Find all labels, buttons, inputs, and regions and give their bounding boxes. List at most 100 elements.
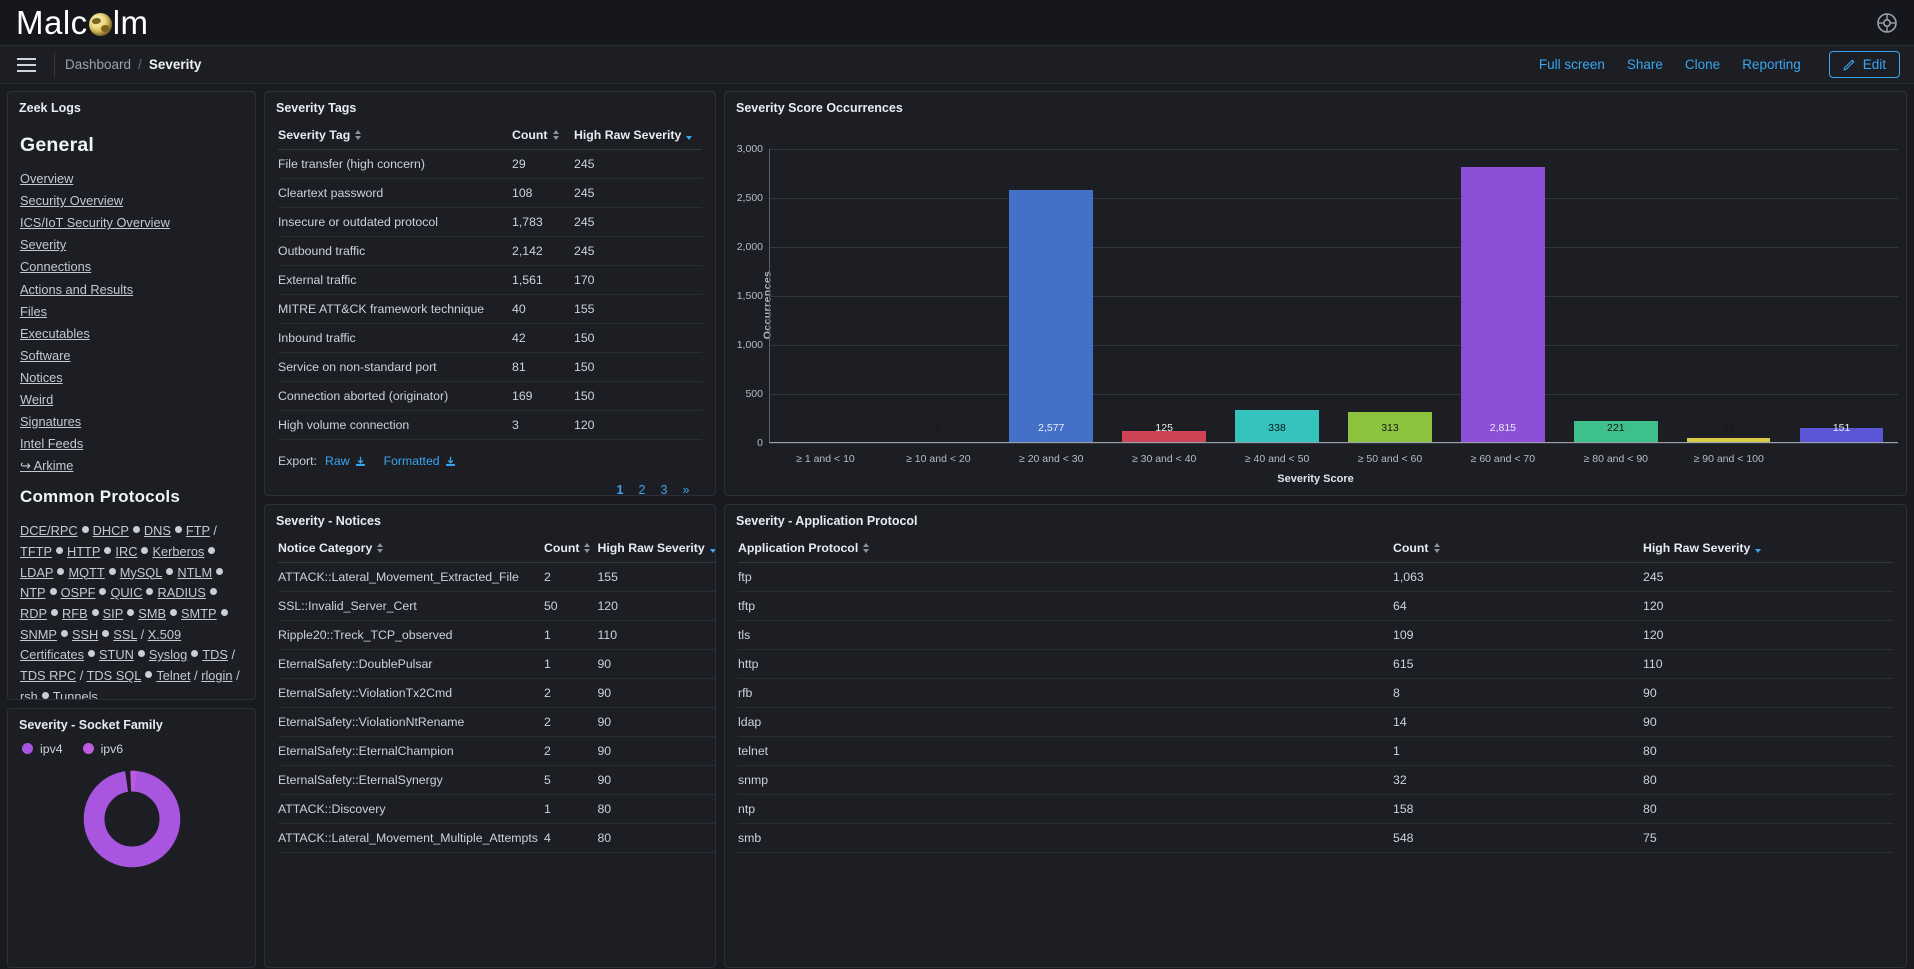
protocol-link-tds-sql[interactable]: TDS SQL [87, 668, 142, 683]
protocol-link-rsh[interactable]: rsh [20, 689, 38, 699]
protocol-link-ldap[interactable]: LDAP [20, 565, 53, 580]
page-button-2[interactable]: 2 [633, 482, 651, 495]
table-row[interactable]: Insecure or outdated protocol 1,783 245 [278, 207, 702, 237]
protocol-link-irc[interactable]: IRC [115, 544, 137, 559]
col-high-raw-severity[interactable]: High Raw Severity [1643, 534, 1893, 563]
legend-item-ipv4[interactable]: ipv4 [22, 742, 63, 756]
edit-button[interactable]: Edit [1828, 51, 1900, 78]
page-button-3[interactable]: 3 [655, 482, 673, 495]
sidebar-link-signatures[interactable]: Signatures [20, 413, 243, 432]
page-button-»[interactable]: » [677, 482, 695, 495]
bar[interactable]: 338 [1235, 409, 1319, 443]
col-count[interactable]: Count [512, 121, 574, 150]
breadcrumb-dashboard[interactable]: Dashboard [65, 57, 131, 72]
hamburger-icon[interactable] [8, 57, 44, 72]
page-button-1[interactable]: 1 [611, 482, 629, 495]
sidebar-link-weird[interactable]: Weird [20, 391, 243, 410]
protocol-link-mysql[interactable]: MySQL [120, 565, 163, 580]
protocol-link-tds-rpc[interactable]: TDS RPC [20, 668, 76, 683]
table-row[interactable]: telnet 1 80 [738, 736, 1893, 766]
table-row[interactable]: MITRE ATT&CK framework technique 40 155 [278, 294, 702, 324]
share-link[interactable]: Share [1627, 57, 1663, 72]
table-row[interactable]: High volume connection 3 120 [278, 410, 702, 440]
table-row[interactable]: snmp 32 80 [738, 765, 1893, 795]
col-count[interactable]: Count [543, 534, 598, 563]
export-raw-link[interactable]: Raw [325, 454, 366, 468]
table-row[interactable]: Outbound traffic 2,142 245 [278, 236, 702, 266]
sidebar-link-actions-and-results[interactable]: Actions and Results [20, 281, 243, 300]
table-row[interactable]: Ripple20::Treck_TCP_observed 1 110 [278, 620, 715, 650]
protocol-link-kerberos[interactable]: Kerberos [152, 544, 204, 559]
col-application-protocol[interactable]: Application Protocol [738, 534, 1393, 563]
protocol-link-smb[interactable]: SMB [138, 606, 166, 621]
sidebar-link-security-overview[interactable]: Security Overview [20, 192, 243, 211]
protocol-link-mqtt[interactable]: MQTT [68, 565, 104, 580]
table-row[interactable]: ldap 14 90 [738, 707, 1893, 737]
col-severity-tag[interactable]: Severity Tag [278, 121, 512, 150]
table-row[interactable]: ftp 1,063 245 [738, 562, 1893, 592]
protocol-link-syslog[interactable]: Syslog [149, 647, 187, 662]
protocol-link-quic[interactable]: QUIC [110, 585, 142, 600]
col-notice-category[interactable]: Notice Category [278, 534, 544, 563]
sidebar-link-notices[interactable]: Notices [20, 369, 243, 388]
sidebar-link-ics-iot-security-overview[interactable]: ICS/IoT Security Overview [20, 214, 243, 233]
col-count[interactable]: Count [1393, 534, 1643, 563]
protocol-link-ntp[interactable]: NTP [20, 585, 46, 600]
protocol-link-http[interactable]: HTTP [67, 544, 100, 559]
sidebar-link-overview[interactable]: Overview [20, 170, 243, 189]
table-row[interactable]: smb 548 75 [738, 823, 1893, 853]
protocol-link-tftp[interactable]: TFTP [20, 544, 52, 559]
col-high-raw-severity[interactable]: High Raw Severity [597, 534, 715, 563]
protocol-link-ftp[interactable]: FTP [186, 523, 210, 538]
bar[interactable]: 2,577 [1009, 190, 1094, 443]
table-row[interactable]: EternalSafety::DoublePulsar 1 90 [278, 649, 715, 679]
protocol-link-snmp[interactable]: SNMP [20, 627, 57, 642]
table-row[interactable]: File transfer (high concern) 29 245 [278, 149, 702, 179]
full-screen-link[interactable]: Full screen [1539, 57, 1605, 72]
table-row[interactable]: Inbound traffic 42 150 [278, 323, 702, 353]
app-logo[interactable]: Malc lm [16, 4, 149, 42]
table-row[interactable]: External traffic 1,561 170 [278, 265, 702, 295]
table-row[interactable]: ATTACK::Lateral_Movement_Extracted_File 2… [278, 562, 715, 592]
sidebar-link-intel-feeds[interactable]: Intel Feeds [20, 435, 243, 454]
protocol-link-sip[interactable]: SIP [103, 606, 124, 621]
clone-link[interactable]: Clone [1685, 57, 1720, 72]
table-row[interactable]: tls 109 120 [738, 620, 1893, 650]
protocol-link-stun[interactable]: STUN [99, 647, 134, 662]
table-row[interactable]: EternalSafety::ViolationTx2Cmd 2 90 [278, 678, 715, 708]
legend-item-ipv6[interactable]: ipv6 [82, 742, 123, 756]
sidebar-link-software[interactable]: Software [20, 347, 243, 366]
bar[interactable]: 313 [1348, 412, 1432, 443]
col-high-raw-severity[interactable]: High Raw Severity [574, 121, 702, 150]
table-row[interactable]: ATTACK::Lateral_Movement_Multiple_Attemp… [278, 823, 715, 853]
protocol-link-ssh[interactable]: SSH [72, 627, 98, 642]
help-circle-icon[interactable] [1876, 12, 1898, 34]
export-formatted-link[interactable]: Formatted [384, 454, 456, 468]
table-row[interactable]: EternalSafety::EternalChampion 2 90 [278, 736, 715, 766]
sidebar-link-severity[interactable]: Severity [20, 236, 243, 255]
reporting-link[interactable]: Reporting [1742, 57, 1801, 72]
table-row[interactable]: Connection aborted (originator) 169 150 [278, 381, 702, 411]
table-row[interactable]: ATTACK::Discovery 1 80 [278, 794, 715, 824]
protocol-link-smtp[interactable]: SMTP [181, 606, 217, 621]
protocol-link-radius[interactable]: RADIUS [157, 585, 205, 600]
table-row[interactable]: ntp 158 80 [738, 794, 1893, 824]
protocol-link-telnet[interactable]: Telnet [156, 668, 190, 683]
sidebar-link-arkime[interactable]: ↪ Arkime [20, 457, 243, 476]
sidebar-link-executables[interactable]: Executables [20, 325, 243, 344]
protocol-link-ntlm[interactable]: NTLM [177, 565, 212, 580]
sidebar-link-connections[interactable]: Connections [20, 258, 243, 277]
table-row[interactable]: EternalSafety::EternalSynergy 5 90 [278, 765, 715, 795]
protocol-link-dhcp[interactable]: DHCP [93, 523, 129, 538]
socket-family-donut[interactable] [8, 760, 255, 874]
table-row[interactable]: rfb 8 90 [738, 678, 1893, 708]
protocol-link-dns[interactable]: DNS [144, 523, 171, 538]
bar[interactable]: 221 [1574, 421, 1658, 443]
table-row[interactable]: http 615 110 [738, 649, 1893, 679]
table-row[interactable]: SSL::Invalid_Server_Cert 50 120 [278, 591, 715, 621]
table-row[interactable]: EternalSafety::ViolationNtRename 2 90 [278, 707, 715, 737]
protocol-link-tds[interactable]: TDS [202, 647, 228, 662]
table-row[interactable]: Cleartext password 108 245 [278, 178, 702, 208]
protocol-link-tunnels[interactable]: Tunnels [53, 689, 98, 699]
bar[interactable]: 2,815 [1461, 167, 1545, 443]
